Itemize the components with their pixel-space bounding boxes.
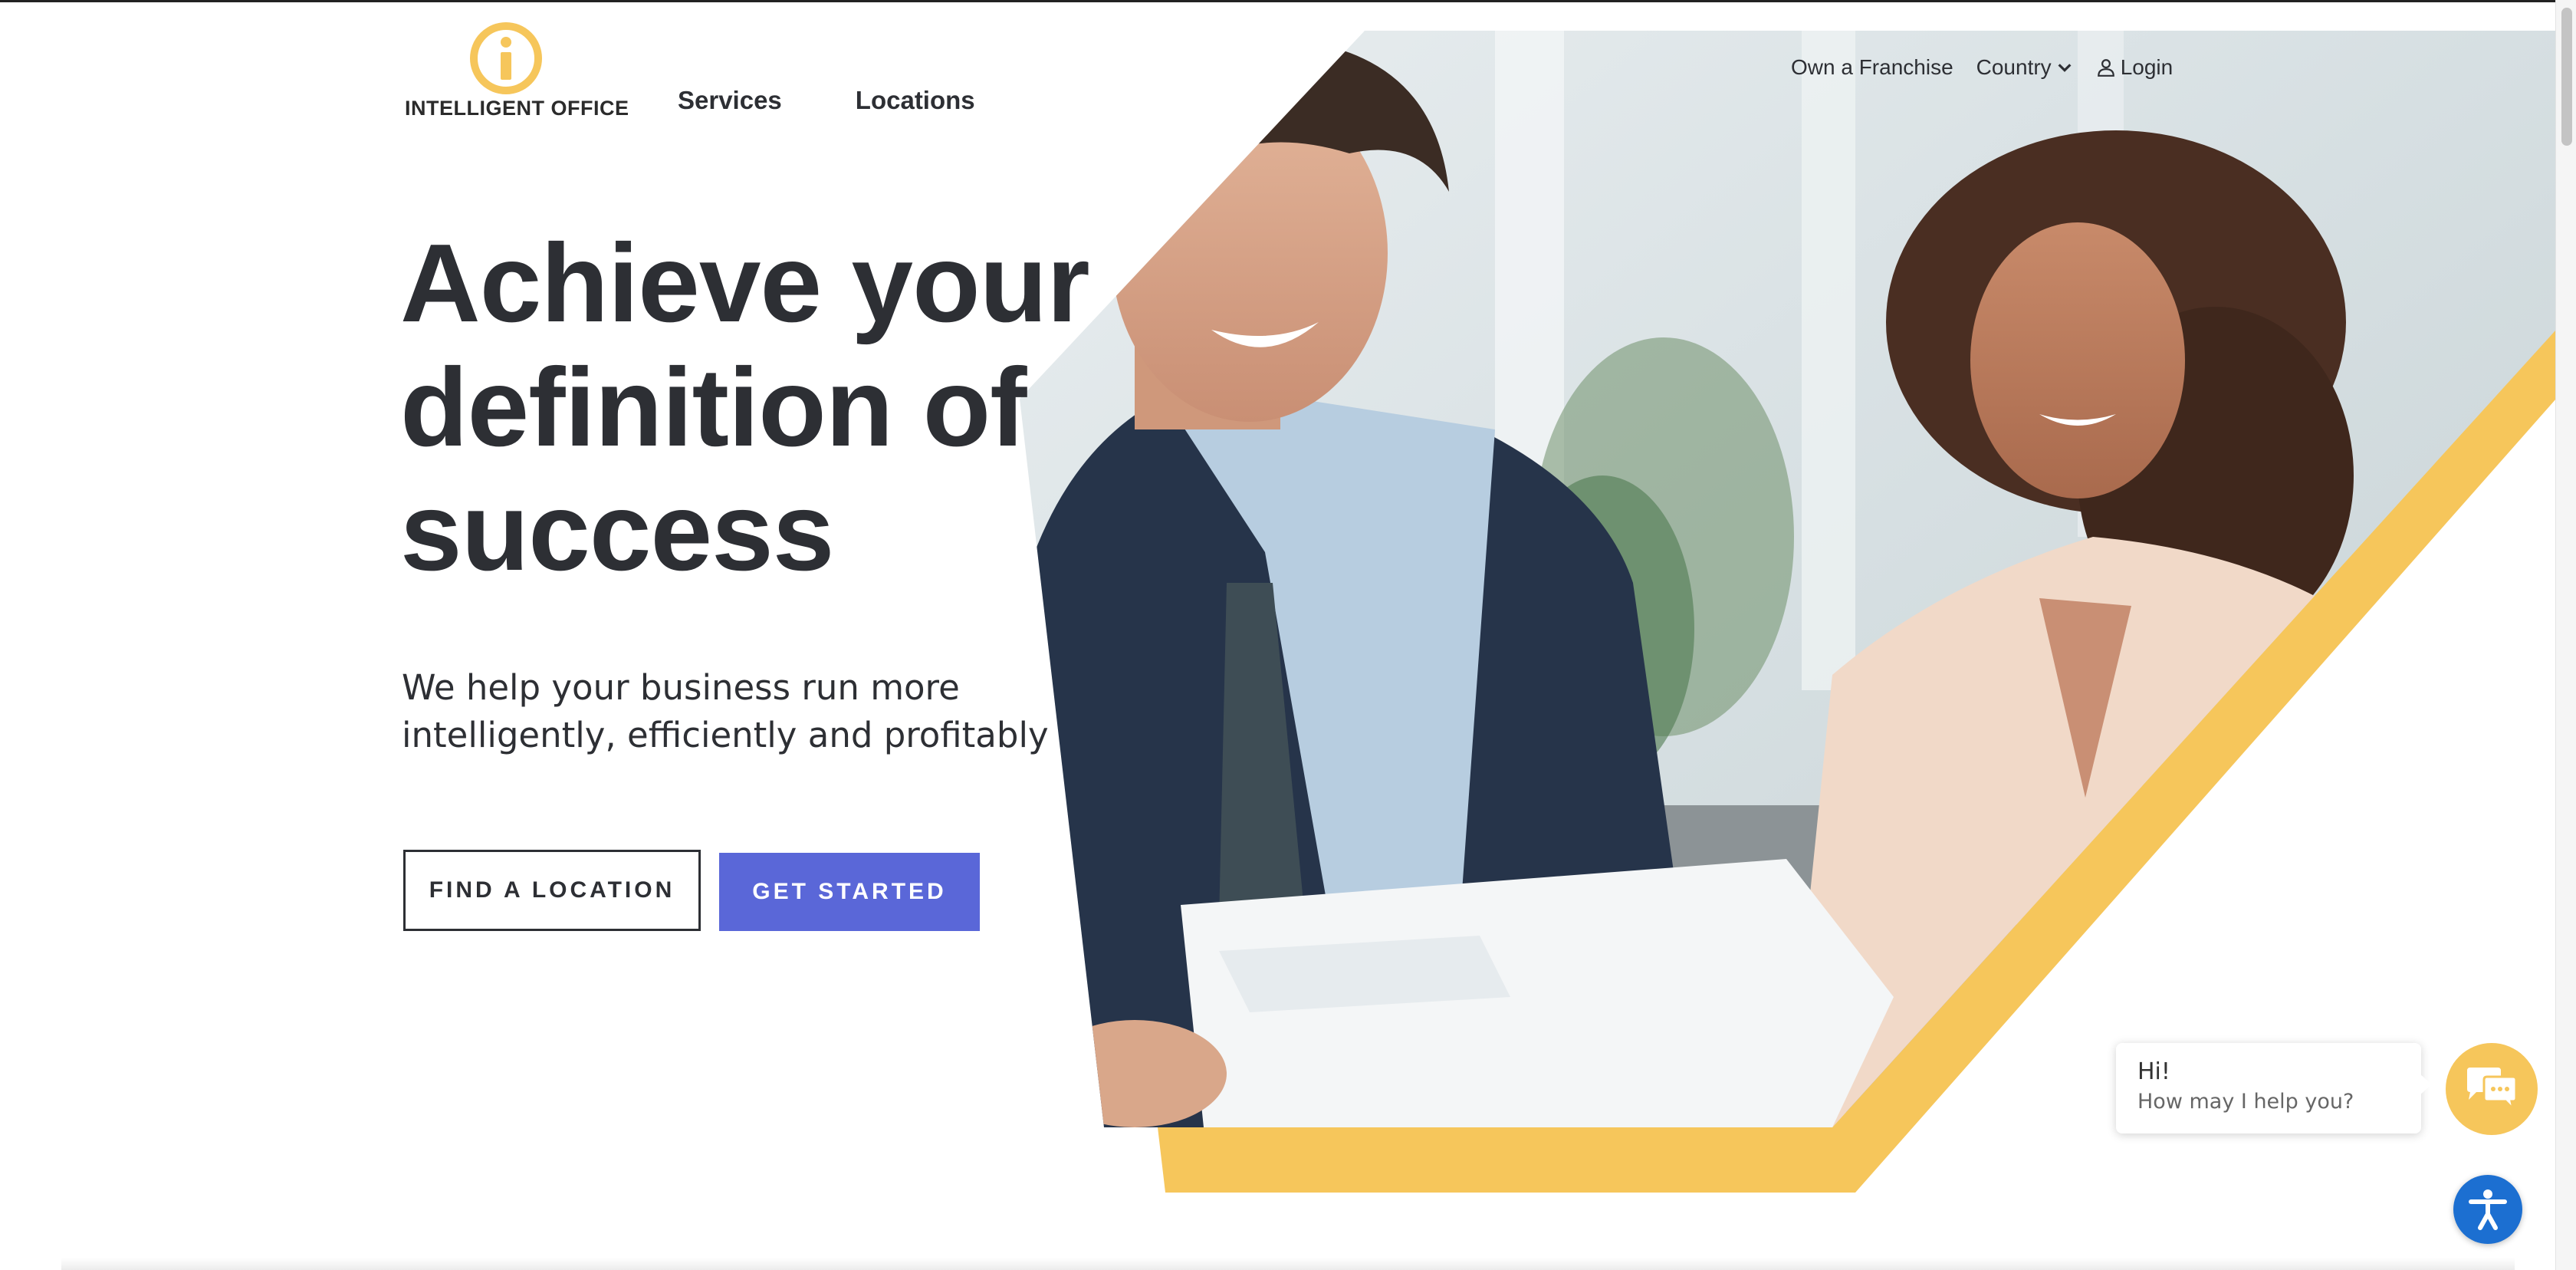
hero-headline-line1: Achieve your bbox=[400, 221, 1090, 345]
chevron-down-icon bbox=[2058, 64, 2072, 72]
own-franchise-link[interactable]: Own a Franchise bbox=[1791, 55, 1953, 80]
get-started-button[interactable]: GET STARTED bbox=[719, 853, 980, 931]
hero-headline-line2: definition of bbox=[400, 345, 1027, 469]
country-label: Country bbox=[1976, 55, 2052, 79]
hero-subtext: We help your business run more intellige… bbox=[402, 664, 1092, 759]
country-dropdown[interactable]: Country bbox=[1976, 55, 2073, 80]
nav-services[interactable]: Services bbox=[678, 86, 782, 115]
page-fold-shadow bbox=[61, 1258, 2515, 1270]
brand-logo[interactable]: INTELLIGENT OFFICE bbox=[399, 20, 629, 127]
info-logo-icon bbox=[470, 22, 542, 94]
brand-name: INTELLIGENT OFFICE bbox=[405, 97, 629, 120]
chat-greeting-bubble[interactable]: Hi! How may I help you? bbox=[2116, 1043, 2432, 1133]
vertical-scrollbar[interactable] bbox=[2555, 0, 2576, 1270]
user-icon bbox=[2097, 59, 2114, 77]
scrollbar-thumb[interactable] bbox=[2561, 8, 2572, 146]
utility-nav: Own a Franchise Country Login bbox=[1791, 55, 2173, 80]
accessibility-icon bbox=[2469, 1189, 2507, 1230]
hero-image bbox=[1020, 31, 2556, 1193]
find-location-button[interactable]: FIND A LOCATION bbox=[403, 850, 701, 931]
chat-launcher-button[interactable] bbox=[2446, 1043, 2538, 1135]
accessibility-button[interactable] bbox=[2453, 1175, 2522, 1244]
login-link[interactable]: Login bbox=[2096, 55, 2174, 80]
hero-headline: Achieve your definition of success bbox=[400, 221, 1090, 594]
chat-icon bbox=[2467, 1068, 2518, 1112]
hero-subtext-line1: We help your business run more bbox=[402, 667, 960, 708]
hero-headline-line3: success bbox=[400, 469, 834, 594]
nav-locations[interactable]: Locations bbox=[856, 86, 975, 115]
hero-subtext-line2: intelligently, efficiently and profitabl… bbox=[402, 715, 1049, 755]
chat-greeting: Hi! bbox=[2137, 1058, 2170, 1085]
login-label: Login bbox=[2120, 55, 2174, 79]
main-nav: Services Locations bbox=[678, 86, 975, 115]
chat-prompt: How may I help you? bbox=[2137, 1090, 2354, 1114]
